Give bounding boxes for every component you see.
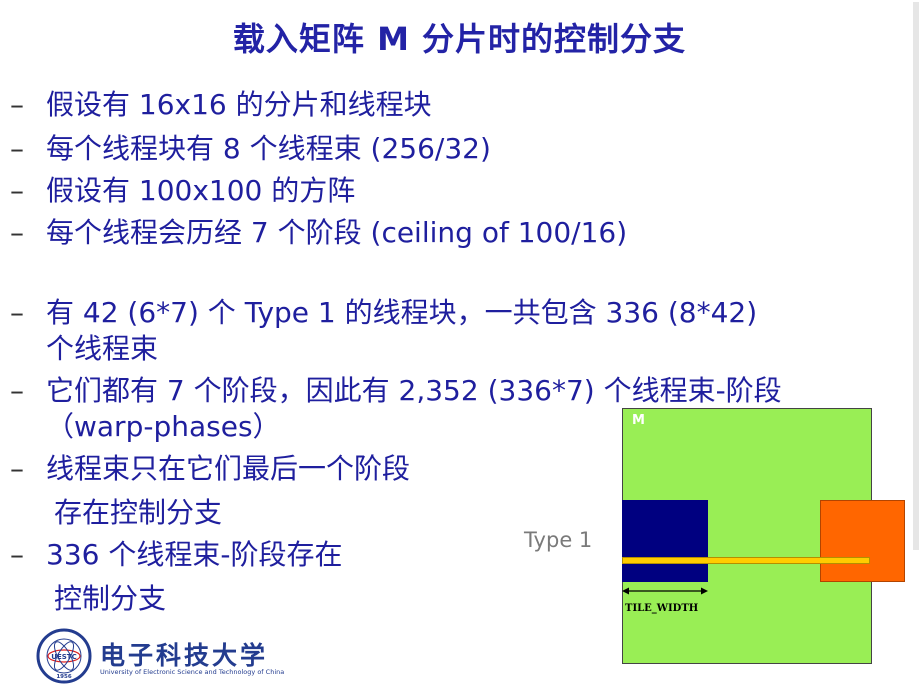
bullet-dash: – (10, 374, 24, 407)
bullet-continuation: 存在控制分支 (54, 496, 223, 529)
bullet-text: 336 个线程束-阶段存在 (46, 538, 343, 571)
bullet-dash: – (10, 452, 24, 485)
bullet-text: 每个线程块有 8 个线程束 (256/32) (46, 132, 491, 165)
tile-width-arrow (622, 587, 708, 595)
bullet-dash: – (10, 216, 24, 249)
university-seal-icon: UESTC 1956 (36, 628, 92, 684)
bullet-text: 每个线程会历经 7 个阶段 (ceiling of 100/16) (46, 216, 628, 249)
thread-row-bar (622, 557, 870, 564)
bullet-item: – 假设有 16x16 的分片和线程块 (10, 86, 432, 124)
bullet-continuation: 个线程束 (46, 332, 159, 365)
bullet-item: – 它们都有 7 个阶段，因此有 2,352 (336*7) 个线程束-阶段 (10, 372, 782, 410)
slide-title: 载入矩阵 M 分片时的控制分支 (232, 20, 687, 58)
bullet-item: – 每个线程块有 8 个线程束 (256/32) (10, 130, 491, 168)
bullet-dash: – (10, 132, 24, 165)
bullet-dash: – (10, 174, 24, 207)
bullet-dash: – (10, 538, 24, 571)
bullet-continuation: （warp-phases） (46, 410, 281, 443)
bullet-text: 有 42 (6*7) 个 Type 1 的线程块，一共包含 336 (8*42) (46, 296, 758, 329)
seal-text: UESTC (51, 653, 76, 661)
university-subtitle: University of Electronic Science and Tec… (100, 668, 285, 676)
tile-width-label: TILE_WIDTH (625, 603, 699, 614)
type-label: Type 1 (524, 528, 593, 552)
university-name: 电子科技大学 (100, 641, 269, 670)
bullet-text: 假设有 100x100 的方阵 (46, 174, 356, 207)
matrix-label: M (632, 413, 645, 428)
boundary-tile (820, 500, 905, 582)
bullet-item: – 有 42 (6*7) 个 Type 1 的线程块，一共包含 336 (8*42… (10, 294, 757, 332)
seal-year: 1956 (56, 674, 71, 680)
bullet-text: 线程束只在它们最后一个阶段 (46, 452, 411, 485)
bullet-continuation: 控制分支 (54, 582, 167, 615)
bullet-item: – 线程束只在它们最后一个阶段 (10, 450, 410, 488)
bullet-dash: – (10, 296, 24, 329)
slide-edge-shadow (913, 2, 919, 550)
bullet-item: – 假设有 100x100 的方阵 (10, 172, 355, 210)
bullet-text: 假设有 16x16 的分片和线程块 (46, 88, 432, 121)
bullet-dash: – (10, 88, 24, 121)
bullet-text: 它们都有 7 个阶段，因此有 2,352 (336*7) 个线程束-阶段 (46, 374, 782, 407)
loaded-tile (622, 500, 708, 582)
bullet-item: – 每个线程会历经 7 个阶段 (ceiling of 100/16) (10, 214, 627, 252)
bullet-item: –336 个线程束-阶段存在 (10, 536, 342, 574)
